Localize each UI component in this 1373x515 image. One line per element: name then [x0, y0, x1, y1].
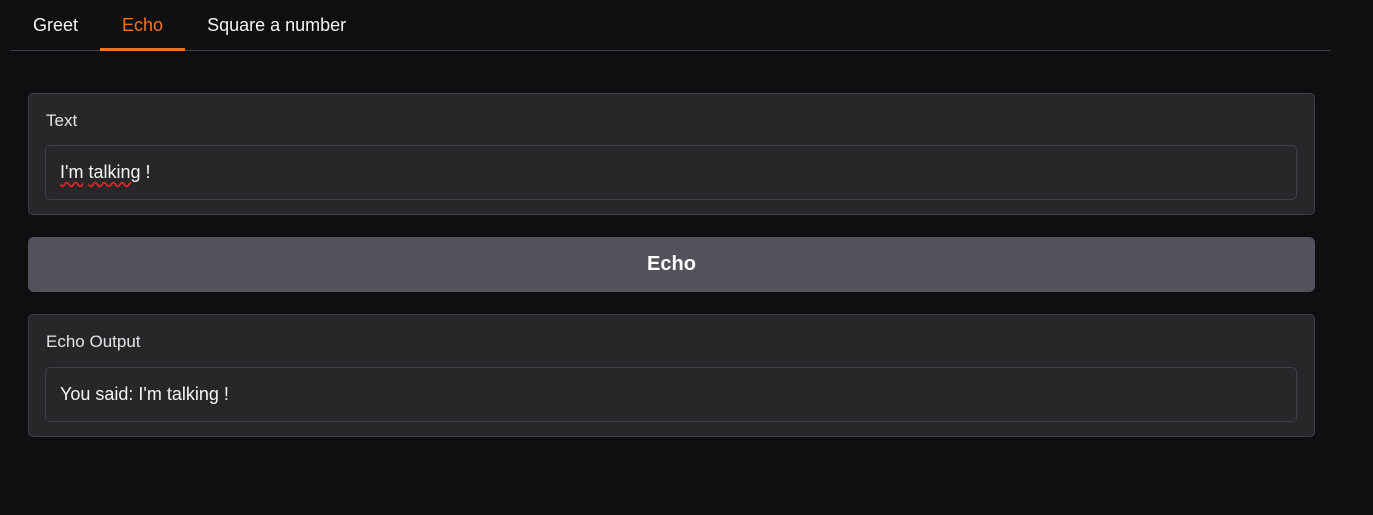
text-input[interactable]: I'm talking !	[45, 145, 1297, 200]
tab-bar: Greet Echo Square a number	[11, 0, 1331, 51]
echo-output-field[interactable]: You said: I'm talking !	[45, 367, 1297, 422]
echo-output-value: You said: I'm talking !	[60, 384, 229, 404]
echo-output-label: Echo Output	[46, 332, 141, 351]
tab-square-a-number[interactable]: Square a number	[185, 0, 368, 50]
input-word-im: I'm	[60, 162, 84, 182]
input-value-rest: !	[140, 162, 151, 182]
text-input-label: Text	[46, 111, 78, 130]
text-input-panel: Text I'm talking !	[28, 93, 1315, 215]
echo-output-panel: Echo Output You said: I'm talking !	[28, 314, 1315, 437]
tab-echo[interactable]: Echo	[100, 0, 186, 51]
echo-button[interactable]: Echo	[28, 237, 1315, 292]
input-word-talking: talking	[88, 162, 141, 182]
tab-greet[interactable]: Greet	[11, 0, 100, 50]
